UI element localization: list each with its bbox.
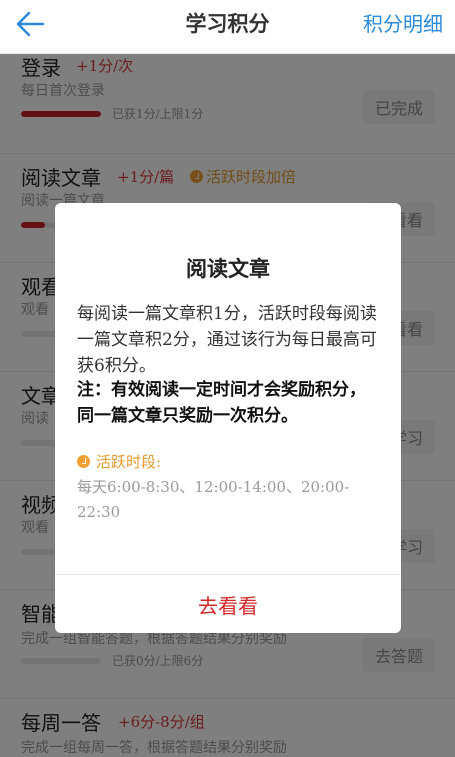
go-see-button[interactable]: 去看看: [55, 575, 401, 633]
clock-icon: [77, 455, 90, 468]
dialog-body: 每阅读一篇文章积1分，活跃时段每阅读一篇文章积2分，通过该行为每日最高可获6积分…: [77, 304, 377, 376]
active-period-label: 活跃时段:: [77, 451, 161, 472]
points-detail-link[interactable]: 积分明细: [363, 8, 443, 37]
active-label-text: 活跃时段:: [96, 453, 162, 471]
active-period-times: 每天6:00-8:30、12:00-14:00、20:00-22:30: [77, 478, 350, 521]
task-info-dialog: 阅读文章 每阅读一篇文章积1分，活跃时段每阅读一篇文章积2分，通过该行为每日最高…: [55, 203, 401, 633]
dialog-title: 阅读文章: [186, 256, 270, 281]
app-header: 学习积分 积分明细: [0, 0, 455, 54]
dialog-note: 注：有效阅读一定时间才会奖励积分，同一篇文章只奖励一次积分。: [77, 380, 366, 426]
